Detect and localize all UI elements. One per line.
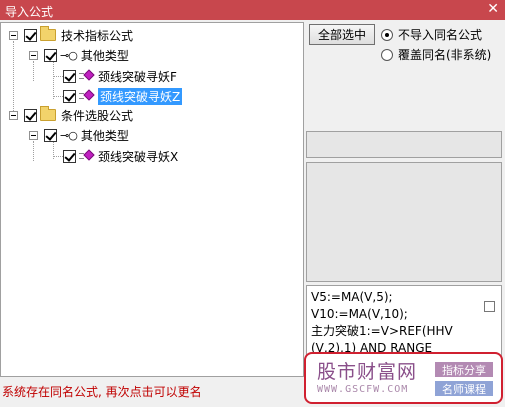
formula-icon [79,149,95,162]
formula-icon [79,89,95,102]
folder-icon [40,26,56,41]
formula-icon [79,69,95,82]
tree-node-label: 其他类型 [80,128,129,143]
checkbox[interactable] [44,48,57,62]
code-option-checkbox[interactable] [484,301,495,312]
title-bar: 导入公式 ✕ [0,0,505,20]
tree-node-label: 条件选股公式 [61,108,134,123]
radio-overwrite[interactable]: 覆盖同名(非系统) [381,46,491,63]
tree-node-label: 颈线突破寻妖X [98,149,179,164]
window-title: 导入公式 [5,5,54,19]
code-line: 主力突破1:=V>REF(HHV [311,324,453,338]
code-line: V5:=MA(V,5); [311,290,393,304]
checkbox[interactable] [44,128,57,142]
watermark-url: WWW.GSCFW.COM [317,384,409,395]
tree-node-other-type[interactable]: ⊸○ 其他类型 [29,46,129,64]
checkbox[interactable] [63,89,76,103]
description-panel [306,162,502,282]
tree-node-label: 技术指标公式 [61,28,134,43]
watermark-tag: 指标分享 [435,362,493,377]
checkbox[interactable] [24,28,37,42]
checkbox[interactable] [24,108,37,122]
tree-connector [33,61,34,81]
tree-connector [33,141,34,161]
close-icon[interactable]: ✕ [487,1,499,17]
radio-button[interactable] [381,48,393,61]
tree-node-condition-folder[interactable]: 条件选股公式 [9,106,133,124]
tree-connector [53,76,63,77]
site-watermark: 股市财富网 WWW.GSCFW.COM 指标分享 名师课程 [304,352,503,404]
tree-node-formula[interactable]: 颈线突破寻妖F [63,67,177,85]
status-message: 系统存在同名公式, 再次点击可以更名 [2,385,202,399]
key-icon: ⊸○ [60,48,78,62]
radio-label: 不导入同名公式 [398,28,483,42]
radio-label: 覆盖同名(非系统) [398,48,492,62]
code-line: V10:=MA(V,10); [311,307,408,321]
formula-tree[interactable]: 技术指标公式 ⊸○ 其他类型 颈线突破寻妖F 颈线突破寻妖Z 条件选股公式 ⊸○… [0,22,304,377]
checkbox[interactable] [63,69,76,83]
tree-connector [53,156,63,157]
collapse-icon[interactable] [29,50,38,60]
tree-node-indicator-folder[interactable]: 技术指标公式 [9,26,133,44]
collapse-icon[interactable] [9,110,18,120]
collapse-icon[interactable] [9,30,18,40]
tree-node-label: 其他类型 [80,48,129,63]
checkbox[interactable] [63,149,76,163]
key-icon: ⊸○ [60,128,78,142]
info-field [306,131,502,158]
select-all-button[interactable]: 全部选中 [309,24,375,45]
watermark-tag: 名师课程 [435,381,493,396]
collapse-icon[interactable] [29,130,38,140]
watermark-title: 股市财富网 [317,361,418,383]
tree-connector [53,96,63,97]
folder-icon [40,106,56,121]
tree-node-label: 颈线突破寻妖Z [98,87,183,105]
tree-connector [53,61,54,99]
tree-node-other-type[interactable]: ⊸○ 其他类型 [29,126,129,144]
radio-button[interactable] [381,28,393,41]
radio-no-import[interactable]: 不导入同名公式 [381,26,482,43]
tree-node-formula-selected[interactable]: 颈线突破寻妖Z [63,87,183,105]
tree-node-formula[interactable]: 颈线突破寻妖X [63,147,178,165]
tree-node-label: 颈线突破寻妖F [98,69,177,84]
